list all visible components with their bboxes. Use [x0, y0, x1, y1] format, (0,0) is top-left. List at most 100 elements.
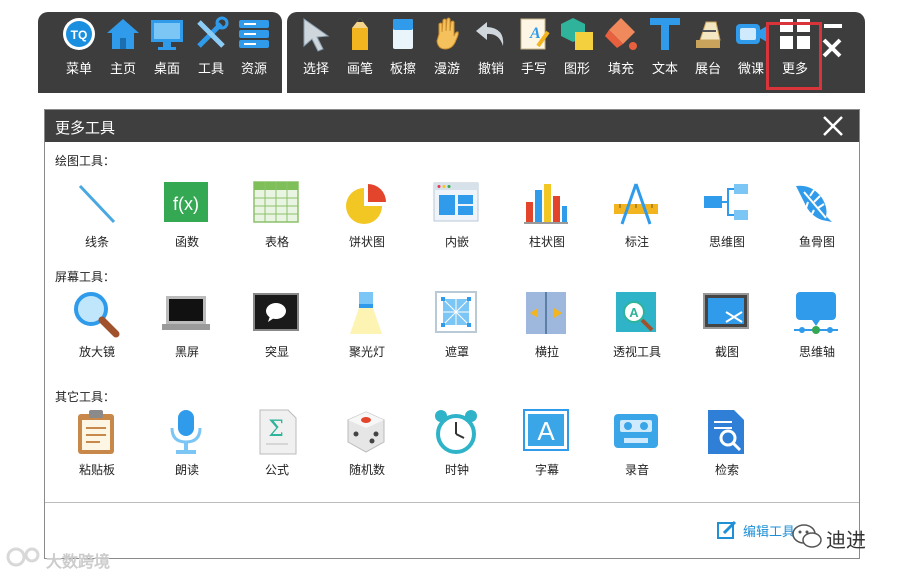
tool-horizontal-pull[interactable]: 横拉 — [504, 290, 584, 366]
edit-icon — [717, 520, 737, 539]
tool-highlight[interactable]: 突显 — [234, 290, 314, 366]
toolbar-text-button[interactable]: 文本 — [643, 0, 687, 81]
black-screen-icon — [162, 296, 210, 330]
tool-label: 透视工具 — [612, 345, 661, 359]
tool-random-number[interactable]: 随机数 — [324, 408, 404, 484]
tool-recording[interactable]: 录音 — [594, 408, 674, 484]
svg-text:f(x): f(x) — [173, 194, 199, 214]
tool-spotlight[interactable]: 聚光灯 — [324, 290, 404, 366]
database-icon — [239, 20, 269, 48]
toolbar-eraser-button[interactable]: 板擦 — [381, 0, 425, 81]
bar-chart-icon — [524, 184, 568, 224]
tool-label: 时钟 — [444, 463, 469, 477]
toolbar-roam-button[interactable]: 漫游 — [425, 0, 469, 81]
toolbar-booth-button[interactable]: 展台 — [686, 0, 730, 81]
tool-bar-chart[interactable]: 柱状图 — [504, 180, 584, 256]
tool-pie-chart[interactable]: 饼状图 — [324, 180, 404, 256]
tool-label: 随机数 — [348, 463, 385, 477]
tool-label: 粘贴板 — [78, 463, 115, 477]
toolbar-resources-label: 资源 — [240, 62, 267, 77]
tool-embed[interactable]: 内嵌 — [414, 180, 494, 256]
spotlight-icon — [350, 292, 382, 334]
tool-label: 截图 — [714, 345, 739, 359]
svg-text:A: A — [537, 416, 555, 446]
shapes-icon — [561, 18, 593, 50]
toolbar-minimize-bar[interactable] — [824, 24, 842, 28]
app-logo-icon: TQ — [63, 18, 95, 50]
toolbar-home-button[interactable]: 主页 — [101, 0, 145, 81]
toolbar-menu-button[interactable]: TQ 菜单 — [57, 0, 101, 81]
perspective-icon: A — [616, 292, 656, 332]
toolbar-desktop-button[interactable]: 桌面 — [145, 0, 189, 81]
tool-function[interactable]: f(x) 函数 — [144, 180, 224, 256]
pencil-icon — [352, 18, 368, 50]
dialog-header: 更多工具 — [45, 110, 859, 142]
formula-icon: Σ — [259, 409, 297, 455]
tool-label: 遮罩 — [444, 345, 469, 359]
toolbar-fill-button[interactable]: 填充 — [599, 0, 643, 81]
tool-clock[interactable]: 时钟 — [414, 408, 494, 484]
toolbar-select-button[interactable]: 选择 — [294, 0, 338, 81]
tool-read-aloud[interactable]: 朗读 — [144, 408, 224, 484]
tool-label: 黑屏 — [174, 345, 199, 359]
svg-text:Σ: Σ — [268, 417, 284, 442]
tool-formula[interactable]: Σ 公式 — [234, 408, 314, 484]
monitor-icon — [151, 20, 183, 50]
toolbar-handwriting-button[interactable]: A 手写 — [512, 0, 556, 81]
edit-tools-label: 编辑工具 — [743, 525, 796, 540]
tool-annotation[interactable]: 标注 — [594, 180, 674, 256]
tool-search[interactable]: 检索 — [684, 408, 764, 484]
hand-icon — [436, 17, 459, 50]
spotlight-frame-icon — [253, 293, 299, 331]
eraser-icon — [393, 19, 413, 49]
tools-icon — [197, 16, 229, 48]
more-tools-dialog: 更多工具 绘图工具： 线条 f(x) 函数 表格 饼状图 内嵌 柱状图 标注 思… — [44, 109, 860, 559]
svg-text:TQ: TQ — [71, 28, 88, 42]
tool-label: 朗读 — [174, 463, 199, 477]
tool-line[interactable]: 线条 — [54, 180, 134, 256]
toolbar-undo-button[interactable]: 撤销 — [469, 0, 513, 81]
tool-mind-map[interactable]: 思维图 — [684, 180, 764, 256]
mask-icon — [435, 291, 477, 333]
tool-label: 饼状图 — [348, 235, 385, 249]
dialog-close-icon[interactable] — [821, 114, 845, 138]
tool-black-screen[interactable]: 黑屏 — [144, 290, 224, 366]
magnifier-icon — [74, 292, 120, 338]
horizontal-pull-icon — [526, 292, 566, 334]
tool-label: 字幕 — [534, 463, 559, 477]
tool-label: 思维轴 — [798, 345, 835, 359]
text-icon — [650, 18, 680, 50]
tool-timeline[interactable]: 思维轴 — [774, 290, 854, 366]
toolbar-resources-button[interactable]: 资源 — [232, 0, 276, 81]
search-document-icon — [708, 410, 744, 454]
timeline-icon — [794, 292, 838, 334]
toolbar-close-button[interactable] — [820, 36, 844, 64]
screenshot-icon — [703, 293, 749, 329]
undo-icon — [476, 22, 504, 46]
tool-table[interactable]: 表格 — [234, 180, 314, 256]
table-icon — [253, 181, 299, 223]
tool-perspective[interactable]: A 透视工具 — [594, 290, 674, 366]
watermark-logo-icon — [6, 547, 40, 567]
svg-text:A: A — [529, 25, 541, 42]
tool-fishbone[interactable]: 鱼骨图 — [774, 180, 854, 256]
toolbar-shapes-button[interactable]: 图形 — [555, 0, 599, 81]
tool-magnifier[interactable]: 放大镜 — [54, 290, 134, 366]
svg-text:A: A — [629, 305, 639, 320]
subtitle-icon: A — [523, 409, 569, 451]
tool-subtitle[interactable]: A 字幕 — [504, 408, 584, 484]
annotation-icon — [614, 183, 658, 225]
toolbar-tools-button[interactable]: 工具 — [189, 0, 233, 81]
tool-screenshot[interactable]: 截图 — [684, 290, 764, 366]
microphone-icon — [170, 410, 202, 454]
toolbar-pen-button[interactable]: 画笔 — [338, 0, 382, 81]
watermark-right-text: 迪进 — [826, 528, 866, 552]
fishbone-icon — [796, 185, 832, 222]
tool-label: 函数 — [174, 235, 199, 249]
tool-clipboard[interactable]: 粘贴板 — [54, 408, 134, 484]
dialog-title: 更多工具 — [55, 119, 116, 137]
close-icon — [822, 38, 842, 58]
recorder-icon — [614, 414, 658, 448]
tool-mask[interactable]: 遮罩 — [414, 290, 494, 366]
line-icon — [78, 184, 116, 224]
